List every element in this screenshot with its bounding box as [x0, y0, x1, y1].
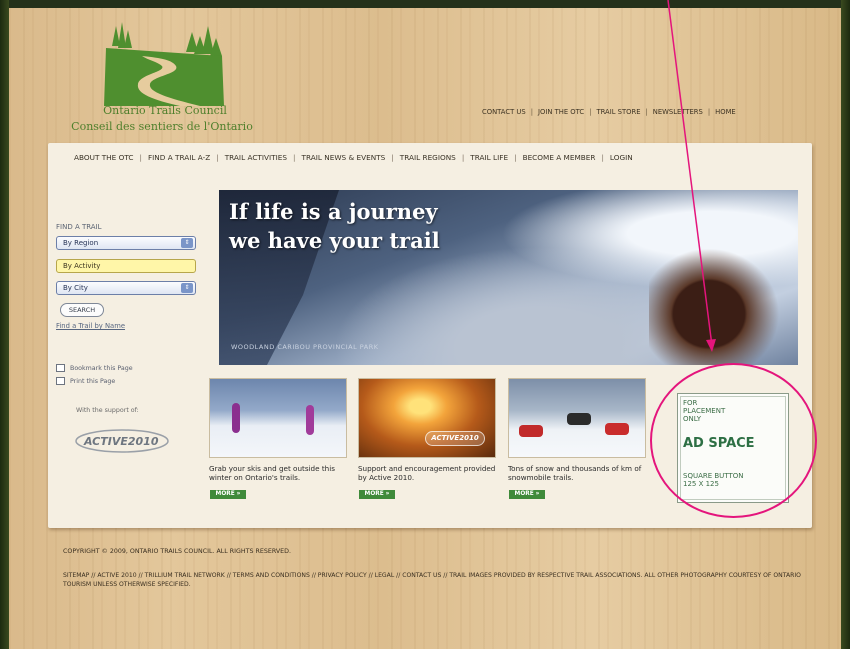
- support-label: With the support of:: [76, 407, 139, 414]
- region-select-value: By Region: [63, 239, 99, 247]
- otc-logo[interactable]: [92, 18, 232, 110]
- hero-caption: WOODLAND CARIBOU PROVINCIAL PARK: [231, 343, 379, 351]
- more-button[interactable]: MORE »: [359, 490, 395, 499]
- highlight-circle: [650, 363, 817, 518]
- feature-image-skiing[interactable]: [209, 378, 347, 458]
- feature-desc-snowmobile: Tons of snow and thousands of km of snow…: [508, 464, 642, 482]
- main-nav: ABOUT THE OTC | FIND A TRAIL A-Z | TRAIL A…: [74, 153, 633, 162]
- skier-figure: [232, 403, 240, 433]
- print-icon: [56, 377, 65, 385]
- find-by-name-link[interactable]: Find a Trail by Name: [56, 322, 125, 330]
- link-newsletters[interactable]: NEWSLETTERS: [653, 108, 703, 116]
- footer-links[interactable]: SITEMAP // ACTIVE 2010 // TRILLIUM TRAIL…: [63, 571, 813, 589]
- more-button[interactable]: MORE »: [210, 490, 246, 499]
- link-join-otc[interactable]: JOIN THE OTC: [538, 108, 584, 116]
- bookmark-label: Bookmark this Page: [70, 364, 133, 372]
- feature-image-snowboard[interactable]: [358, 378, 496, 458]
- hero-headline-line2: we have your trail: [229, 228, 440, 253]
- left-frame: [0, 0, 9, 649]
- top-frame: [0, 0, 850, 8]
- org-name-en: Ontario Trails Council: [103, 104, 227, 117]
- link-home[interactable]: HOME: [715, 108, 736, 116]
- print-label: Print this Page: [70, 377, 116, 385]
- active2010-badge: ACTIVE2010: [425, 431, 485, 446]
- activity-select[interactable]: By Activity: [56, 259, 196, 273]
- skier-figure: [306, 405, 314, 435]
- active2010-logo-text: ACTIVE2010: [83, 435, 159, 448]
- snowmobile-figure: [567, 413, 591, 425]
- org-name-fr: Conseil des sentiers de l'Ontario: [71, 120, 253, 133]
- utility-links: CONTACT US | JOIN THE OTC | TRAIL STORE | N…: [482, 108, 736, 116]
- nav-trail-activities[interactable]: TRAIL ACTIVITIES: [225, 153, 287, 162]
- link-trail-store[interactable]: TRAIL STORE: [596, 108, 640, 116]
- snowmobile-figure: [605, 423, 629, 435]
- bookmark-icon: [56, 364, 65, 372]
- hero-headline-line1: If life is a journey: [229, 199, 438, 224]
- city-select-value: By City: [63, 284, 88, 292]
- region-select[interactable]: By Region ⇕: [56, 236, 196, 250]
- active2010-logo[interactable]: ACTIVE2010: [74, 428, 170, 454]
- feature-image-snowmobile[interactable]: [508, 378, 646, 458]
- nav-about[interactable]: ABOUT THE OTC: [74, 153, 133, 162]
- nav-find-trail-az[interactable]: FIND A TRAIL A-Z: [148, 153, 210, 162]
- link-contact-us[interactable]: CONTACT US: [482, 108, 526, 116]
- nav-trail-news[interactable]: TRAIL NEWS & EVENTS: [302, 153, 386, 162]
- print-link[interactable]: Print this Page: [56, 377, 115, 385]
- activity-select-value: By Activity: [63, 262, 101, 270]
- more-button[interactable]: MORE »: [509, 490, 545, 499]
- nav-trail-life[interactable]: TRAIL LIFE: [470, 153, 508, 162]
- nav-login[interactable]: LOGIN: [610, 153, 633, 162]
- copyright-text: COPYRIGHT © 2009, ONTARIO TRAILS COUNCIL…: [63, 548, 291, 555]
- right-frame: [841, 0, 850, 649]
- find-trail-title: FIND A TRAIL: [56, 223, 102, 231]
- nav-become-member[interactable]: BECOME A MEMBER: [523, 153, 596, 162]
- select-arrows-icon: ⇕: [181, 283, 193, 293]
- feature-desc-active: Support and encouragement provided by Ac…: [358, 464, 496, 482]
- bookmark-link[interactable]: Bookmark this Page: [56, 364, 133, 372]
- select-arrows-icon: ⇕: [181, 238, 193, 248]
- feature-desc-skiing: Grab your skis and get outside this wint…: [209, 464, 335, 482]
- snowmobile-figure: [519, 425, 543, 437]
- city-select[interactable]: By City ⇕: [56, 281, 196, 295]
- hero-climber-figure: [649, 230, 798, 365]
- nav-trail-regions[interactable]: TRAIL REGIONS: [400, 153, 456, 162]
- search-button[interactable]: SEARCH: [60, 303, 104, 317]
